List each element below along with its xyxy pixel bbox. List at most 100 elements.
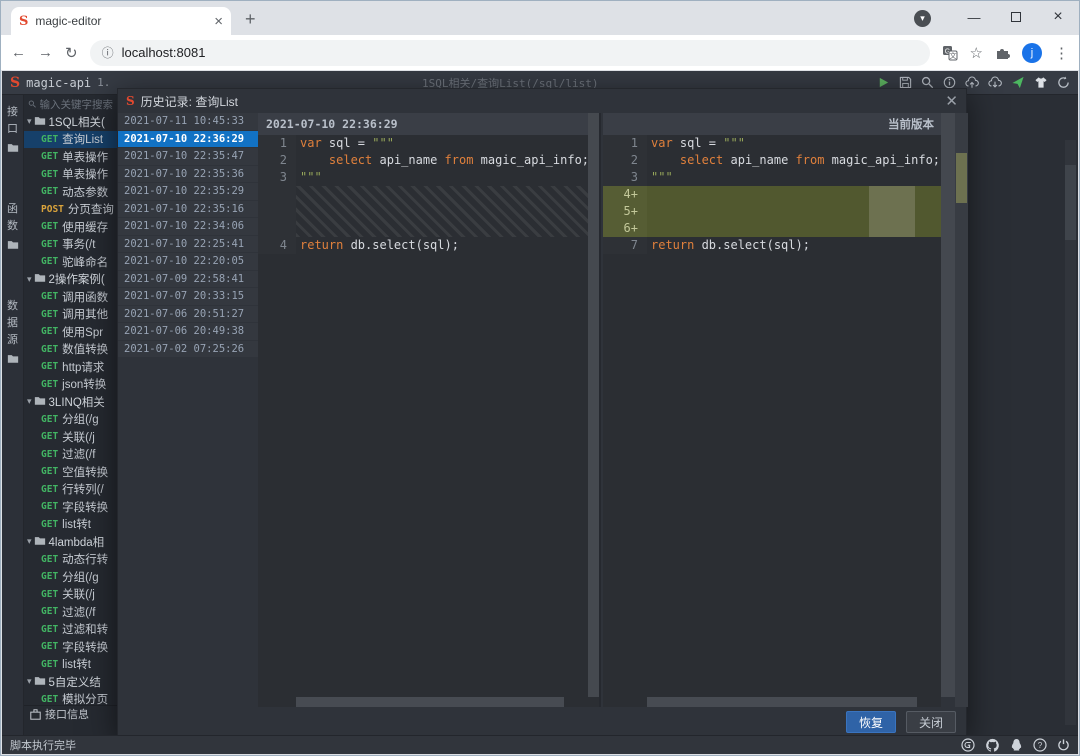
- tree-item[interactable]: GET驼峰命名: [24, 253, 117, 271]
- bookmark-star-icon[interactable]: ☆: [970, 44, 983, 62]
- update-caret-icon[interactable]: ▾: [914, 10, 931, 27]
- browser-tab[interactable]: S magic-editor ×: [11, 7, 231, 35]
- tree-folder[interactable]: ▾4lambda相: [24, 533, 117, 551]
- tree-item[interactable]: GET查询List: [24, 131, 117, 149]
- old-horizontal-scrollbar[interactable]: [296, 697, 587, 707]
- history-item[interactable]: 2021-07-10 22:35:47: [118, 148, 258, 165]
- chevron-down-icon[interactable]: ▾: [27, 536, 32, 547]
- tree-folder[interactable]: ▾3LINQ相关: [24, 393, 117, 411]
- method-badge: GET: [41, 379, 58, 390]
- restore-button[interactable]: 恢复: [846, 711, 896, 733]
- tree-item[interactable]: GET数值转换: [24, 341, 117, 359]
- extensions-icon[interactable]: [995, 45, 1010, 60]
- menu-kebab-icon[interactable]: ⋮: [1054, 44, 1069, 62]
- back-icon[interactable]: ←: [11, 44, 26, 61]
- api-info-row[interactable]: 接口信息: [24, 705, 117, 722]
- cloud-upload-icon[interactable]: [965, 76, 979, 89]
- tree-item[interactable]: GET关联(/j: [24, 428, 117, 446]
- line-number: 3: [603, 169, 647, 186]
- history-item[interactable]: 2021-07-10 22:20:05: [118, 253, 258, 270]
- tree-item[interactable]: GET调用其他: [24, 306, 117, 324]
- close-button[interactable]: 关闭: [906, 711, 956, 733]
- editor-scrollbar[interactable]: [1065, 140, 1076, 725]
- tree-item[interactable]: GET事务(/t: [24, 236, 117, 254]
- browser-window: S magic-editor × + ▾ — × ← → ↻ ⓘ localho…: [0, 0, 1080, 756]
- reload-icon[interactable]: ↻: [65, 44, 78, 62]
- translate-icon[interactable]: G文: [942, 45, 958, 61]
- panel-tab-1[interactable]: 接口: [7, 105, 19, 156]
- history-item[interactable]: 2021-07-10 22:34:06: [118, 218, 258, 235]
- chevron-down-icon[interactable]: ▾: [27, 274, 32, 285]
- maximize-icon[interactable]: [995, 10, 1037, 25]
- tree-item[interactable]: GET字段转换: [24, 498, 117, 516]
- tree-item[interactable]: GETjson转换: [24, 376, 117, 394]
- diff-overview-ruler[interactable]: [955, 113, 968, 707]
- tree-folder[interactable]: ▾2操作案例(: [24, 271, 117, 289]
- tree-item[interactable]: GET过滤和转: [24, 621, 117, 639]
- tree-item[interactable]: GET分组(/g: [24, 411, 117, 429]
- magic-api-app: S magic-api 1. 1SQL相关/查询List(/sql/list) …: [2, 71, 1078, 754]
- gitee-icon[interactable]: [961, 738, 975, 752]
- old-vertical-scrollbar[interactable]: [588, 113, 599, 697]
- panel-tab-strip: 接口函数数据源: [2, 95, 24, 735]
- history-item[interactable]: 2021-07-09 22:58:41: [118, 271, 258, 288]
- push-icon[interactable]: [1011, 76, 1025, 89]
- tree-item[interactable]: GET单表操作: [24, 148, 117, 166]
- sidebar-search[interactable]: 输入关键字搜索: [24, 95, 117, 113]
- history-item[interactable]: 2021-07-02 07:25:26: [118, 341, 258, 358]
- tree-item[interactable]: GET调用函数: [24, 288, 117, 306]
- tree-item[interactable]: GET使用Spr: [24, 323, 117, 341]
- tree-item[interactable]: GET分组(/g: [24, 568, 117, 586]
- history-item[interactable]: 2021-07-10 22:35:29: [118, 183, 258, 200]
- tree-folder[interactable]: ▾5自定义结: [24, 673, 117, 691]
- tree-item[interactable]: GEThttp请求: [24, 358, 117, 376]
- chevron-down-icon[interactable]: ▾: [27, 116, 32, 127]
- close-icon[interactable]: ×: [1037, 8, 1079, 26]
- tree-item[interactable]: GET关联(/j: [24, 586, 117, 604]
- history-item[interactable]: 2021-07-10 22:36:29: [118, 131, 258, 148]
- tab-close-icon[interactable]: ×: [214, 13, 223, 30]
- tree-folder[interactable]: ▾1SQL相关(: [24, 113, 117, 131]
- history-item[interactable]: 2021-07-06 20:49:38: [118, 323, 258, 340]
- tree-item[interactable]: POST分页查询: [24, 201, 117, 219]
- dialog-close-icon[interactable]: ✕: [945, 92, 958, 110]
- power-icon[interactable]: [1057, 738, 1070, 752]
- forward-icon[interactable]: →: [38, 44, 53, 61]
- tree-item[interactable]: GET字段转换: [24, 638, 117, 656]
- tree-item[interactable]: GET过滤(/f: [24, 603, 117, 621]
- current-horizontal-scrollbar[interactable]: [647, 697, 940, 707]
- history-item[interactable]: 2021-07-11 10:45:33: [118, 113, 258, 130]
- history-item[interactable]: 2021-07-06 20:51:27: [118, 306, 258, 323]
- new-tab-icon[interactable]: +: [245, 9, 256, 30]
- help-icon[interactable]: ?: [1033, 738, 1047, 752]
- minimize-icon[interactable]: —: [953, 10, 995, 25]
- history-item[interactable]: 2021-07-10 22:35:36: [118, 166, 258, 183]
- tree-item[interactable]: GET行转列(/: [24, 481, 117, 499]
- url-text[interactable]: localhost:8081: [122, 45, 206, 60]
- tree-item[interactable]: GET空值转换: [24, 463, 117, 481]
- chevron-down-icon[interactable]: ▾: [27, 396, 32, 407]
- history-item[interactable]: 2021-07-10 22:25:41: [118, 236, 258, 253]
- theme-icon[interactable]: [1034, 76, 1048, 89]
- history-item[interactable]: 2021-07-07 20:33:15: [118, 288, 258, 305]
- github-icon[interactable]: [985, 738, 1000, 752]
- panel-tab-3[interactable]: 数据源: [7, 299, 19, 367]
- old-code-area: 1var sql = """2 select api_name from mag…: [258, 135, 599, 707]
- tree-item[interactable]: GETlist转t: [24, 656, 117, 674]
- url-bar[interactable]: ⓘ localhost:8081: [90, 40, 930, 66]
- page-info-icon[interactable]: ⓘ: [102, 44, 114, 61]
- refresh-icon[interactable]: [1057, 76, 1070, 89]
- current-vertical-scrollbar[interactable]: [941, 113, 955, 697]
- qq-icon[interactable]: [1010, 738, 1023, 752]
- tree-item[interactable]: GET单表操作: [24, 166, 117, 184]
- tree-item[interactable]: GET过滤(/f: [24, 446, 117, 464]
- profile-avatar[interactable]: j: [1022, 43, 1042, 63]
- tree-item[interactable]: GET动态行转: [24, 551, 117, 569]
- history-item[interactable]: 2021-07-10 22:35:16: [118, 201, 258, 218]
- chevron-down-icon[interactable]: ▾: [27, 676, 32, 687]
- cloud-download-icon[interactable]: [988, 76, 1002, 89]
- panel-tab-2[interactable]: 函数: [7, 202, 19, 253]
- tree-item[interactable]: GET使用缓存: [24, 218, 117, 236]
- tree-item[interactable]: GET动态参数: [24, 183, 117, 201]
- tree-item[interactable]: GETlist转t: [24, 516, 117, 534]
